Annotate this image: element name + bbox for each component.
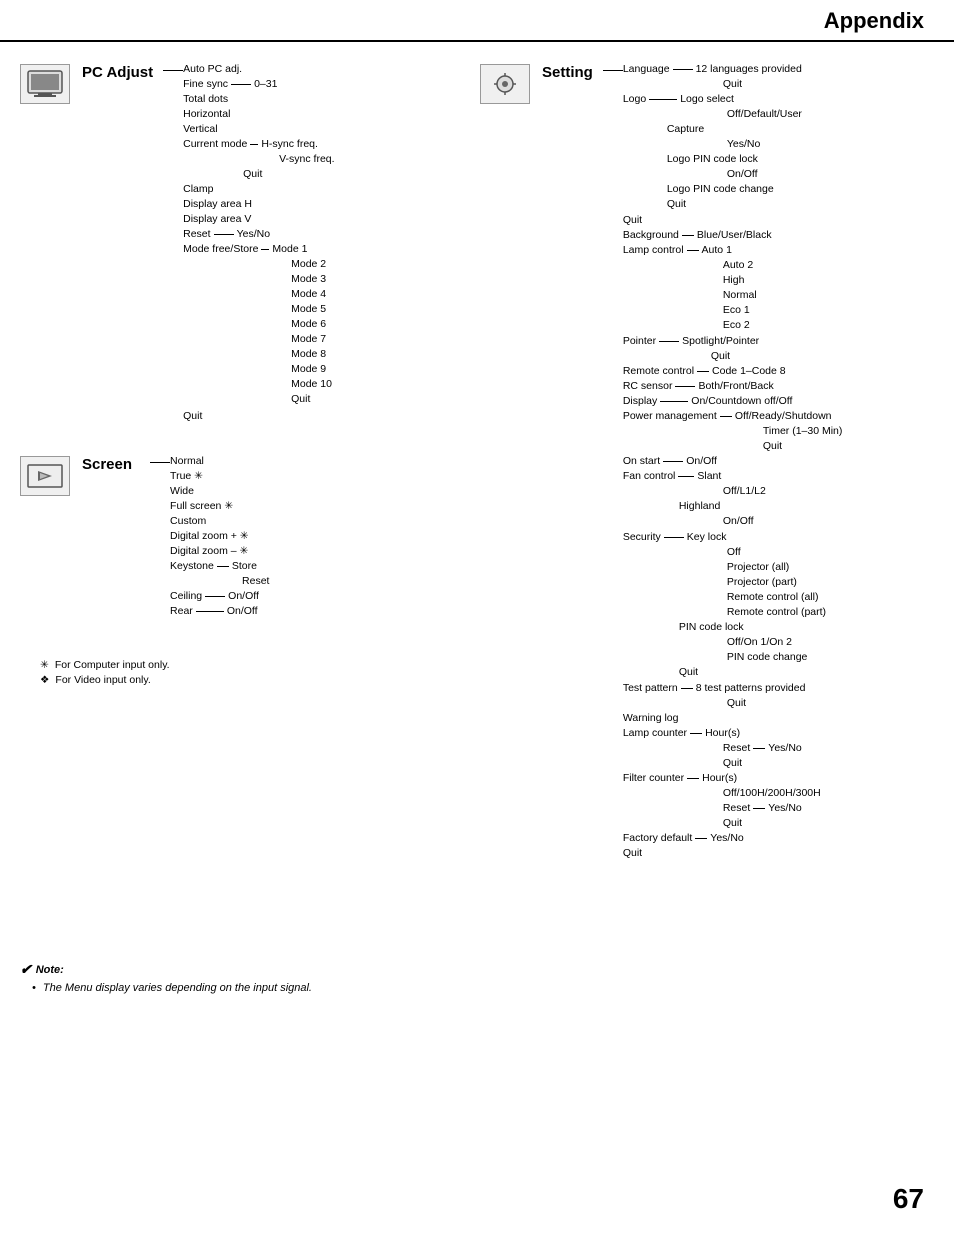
note-body: The Menu display varies depending on the…	[43, 982, 312, 994]
setting-section: Setting Language 12 languages provided Q…	[480, 62, 934, 861]
setting-icon	[480, 64, 530, 104]
screen-section: Screen Normal True ✳ Wide Full screen ✳ …	[20, 454, 480, 619]
pc-adjust-label: PC Adjust	[82, 62, 153, 81]
setting-label: Setting	[542, 62, 593, 81]
pc-adjust-icon	[20, 64, 70, 104]
right-column: Setting Language 12 languages provided Q…	[480, 62, 934, 891]
setting-tree: Language 12 languages provided Quit Logo…	[623, 62, 843, 861]
left-column: PC Adjust Auto PC adj. Fine sync 0–31 To…	[20, 62, 480, 891]
pc-adjust-content: PC Adjust Auto PC adj. Fine sync 0–31 To…	[82, 62, 335, 424]
screen-icon	[20, 456, 70, 496]
note-header: ✔ Note:	[20, 961, 934, 978]
page-number: 67	[893, 1183, 924, 1215]
pc-adjust-section: PC Adjust Auto PC adj. Fine sync 0–31 To…	[20, 62, 480, 424]
screen-tree: Normal True ✳ Wide Full screen ✳ Custom …	[170, 454, 269, 619]
note-text: • The Menu display varies depending on t…	[32, 982, 934, 994]
setting-content: Setting Language 12 languages provided Q…	[542, 62, 842, 861]
main-content: PC Adjust Auto PC adj. Fine sync 0–31 To…	[0, 52, 954, 901]
screen-label: Screen	[82, 454, 132, 473]
screen-content: Screen Normal True ✳ Wide Full screen ✳ …	[82, 454, 269, 619]
footnote-star: ✳ For Computer input only.	[40, 659, 480, 671]
notes-section: ✔ Note: • The Menu display varies depend…	[0, 961, 954, 994]
page-header: Appendix	[0, 0, 954, 42]
note-label: Note:	[36, 964, 64, 976]
footnote-diamond: ❖ For Video input only.	[40, 674, 480, 686]
pc-adjust-tree: Auto PC adj. Fine sync 0–31 Total dots H…	[183, 62, 334, 424]
checkmark-icon: ✔	[20, 961, 32, 978]
page-title: Appendix	[824, 8, 924, 34]
footer-notes: ✳ For Computer input only. ❖ For Video i…	[20, 659, 480, 686]
